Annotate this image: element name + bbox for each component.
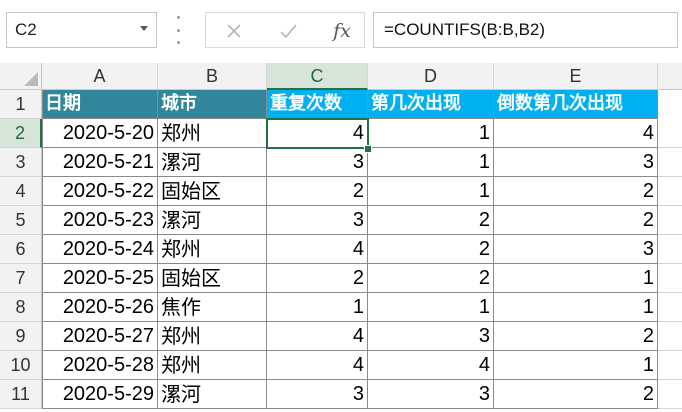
date-cell[interactable]: 2020-5-27 xyxy=(42,322,158,351)
empty-cell[interactable] xyxy=(658,206,682,235)
date-cell[interactable]: 2020-5-25 xyxy=(42,264,158,293)
reverse-occurrence-cell[interactable]: 2 xyxy=(494,322,658,351)
select-all-corner[interactable] xyxy=(0,63,42,90)
occurrence-cell[interactable]: 2 xyxy=(368,264,494,293)
column-header-d[interactable]: D xyxy=(368,63,494,90)
checkmark-icon[interactable] xyxy=(274,17,302,45)
column-header-a[interactable]: A xyxy=(42,63,158,90)
occurrence-cell[interactable]: 2 xyxy=(368,206,494,235)
row-header[interactable]: 4 xyxy=(0,177,42,206)
repeat-count-cell[interactable]: 2 xyxy=(267,264,368,293)
empty-cell[interactable] xyxy=(658,119,682,148)
repeat-count-cell[interactable]: 4 xyxy=(267,322,368,351)
empty-cell[interactable] xyxy=(658,177,682,206)
chevron-down-icon[interactable] xyxy=(140,26,148,31)
empty-cell[interactable] xyxy=(658,322,682,351)
repeat-count-cell[interactable]: 4 xyxy=(267,235,368,264)
occurrence-cell[interactable]: 3 xyxy=(368,322,494,351)
reverse-occurrence-cell[interactable]: 2 xyxy=(494,177,658,206)
repeat-count-cell[interactable]: 3 xyxy=(267,148,368,177)
city-cell[interactable]: 固始区 xyxy=(158,177,267,206)
reverse-occurrence-cell[interactable]: 1 xyxy=(494,351,658,380)
close-icon[interactable] xyxy=(220,17,248,45)
empty-cell[interactable] xyxy=(658,380,682,409)
row-header[interactable]: 6 xyxy=(0,235,42,264)
reverse-occurrence-cell[interactable]: 3 xyxy=(494,235,658,264)
occurrence-cell[interactable]: 4 xyxy=(368,351,494,380)
repeat-count-cell[interactable]: 3 xyxy=(267,206,368,235)
column-header-empty xyxy=(658,63,682,90)
repeat-count-cell[interactable]: 2 xyxy=(267,177,368,206)
row-header[interactable]: 8 xyxy=(0,293,42,322)
city-cell[interactable]: 漯河 xyxy=(158,380,267,409)
date-cell[interactable]: 2020-5-29 xyxy=(42,380,158,409)
formula-buttons: fx xyxy=(205,12,365,48)
row-header[interactable]: 7 xyxy=(0,264,42,293)
reverse-occurrence-cell[interactable]: 1 xyxy=(494,264,658,293)
occurrence-cell[interactable]: 1 xyxy=(368,148,494,177)
row-header[interactable]: 10 xyxy=(0,351,42,380)
city-cell[interactable]: 郑州 xyxy=(158,322,267,351)
empty-cell[interactable] xyxy=(658,235,682,264)
city-cell[interactable]: 固始区 xyxy=(158,264,267,293)
formula-bar-area: C2 fx =COUNTIFS(B:B,B2) xyxy=(0,0,682,62)
occurrence-cell[interactable]: 1 xyxy=(368,119,494,148)
city-cell[interactable]: 郑州 xyxy=(158,235,267,264)
row-header[interactable]: 11 xyxy=(0,380,42,409)
date-cell[interactable]: 2020-5-26 xyxy=(42,293,158,322)
insert-function-button[interactable]: fx xyxy=(328,17,356,45)
reverse-occurrence-cell[interactable]: 2 xyxy=(494,206,658,235)
reverse-occurrence-cell[interactable]: 2 xyxy=(494,380,658,409)
city-cell[interactable]: 焦作 xyxy=(158,293,267,322)
date-cell[interactable]: 2020-5-28 xyxy=(42,351,158,380)
empty-cell[interactable] xyxy=(658,148,682,177)
column-title-cell[interactable]: 倒数第几次出现 xyxy=(494,90,658,119)
name-box-value: C2 xyxy=(15,20,37,39)
column-title-cell[interactable]: 日期 xyxy=(42,90,158,119)
row-header[interactable]: 1 xyxy=(0,90,42,119)
fill-handle[interactable] xyxy=(364,145,372,153)
table-left-border xyxy=(42,90,43,409)
name-box[interactable]: C2 xyxy=(6,12,157,48)
repeat-count-cell[interactable]: 1 xyxy=(267,293,368,322)
reverse-occurrence-cell[interactable]: 1 xyxy=(494,293,658,322)
city-cell[interactable]: 漯河 xyxy=(158,148,267,177)
row-header[interactable]: 5 xyxy=(0,206,42,235)
repeat-count-cell[interactable]: 3 xyxy=(267,380,368,409)
empty-cell[interactable] xyxy=(658,293,682,322)
empty-cell[interactable] xyxy=(658,264,682,293)
date-cell[interactable]: 2020-5-24 xyxy=(42,235,158,264)
column-header-e[interactable]: E xyxy=(494,63,658,90)
repeat-count-cell[interactable]: 4 xyxy=(267,351,368,380)
column-title-cell[interactable]: 城市 xyxy=(158,90,267,119)
row-header[interactable]: 2 xyxy=(0,119,42,148)
occurrence-cell[interactable]: 1 xyxy=(368,293,494,322)
column-title-cell[interactable]: 第几次出现 xyxy=(368,90,494,119)
row-header[interactable]: 9 xyxy=(0,322,42,351)
reverse-occurrence-cell[interactable]: 4 xyxy=(494,119,658,148)
column-header-c[interactable]: C xyxy=(267,63,368,90)
city-cell[interactable]: 郑州 xyxy=(158,119,267,148)
occurrence-cell[interactable]: 3 xyxy=(368,380,494,409)
column-title-cell[interactable]: 重复次数 xyxy=(267,90,368,119)
formula-text: =COUNTIFS(B:B,B2) xyxy=(384,20,546,39)
date-cell[interactable]: 2020-5-21 xyxy=(42,148,158,177)
city-cell[interactable]: 漯河 xyxy=(158,206,267,235)
column-header-b[interactable]: B xyxy=(158,63,267,90)
reverse-occurrence-cell[interactable]: 3 xyxy=(494,148,658,177)
occurrence-cell[interactable]: 1 xyxy=(368,177,494,206)
occurrence-cell[interactable]: 2 xyxy=(368,235,494,264)
city-cell[interactable]: 郑州 xyxy=(158,351,267,380)
repeat-count-cell[interactable]: 4 xyxy=(267,119,368,148)
date-cell[interactable]: 2020-5-22 xyxy=(42,177,158,206)
formula-input[interactable]: =COUNTIFS(B:B,B2) xyxy=(373,12,678,48)
date-cell[interactable]: 2020-5-23 xyxy=(42,206,158,235)
empty-cell[interactable] xyxy=(658,351,682,380)
date-cell[interactable]: 2020-5-20 xyxy=(42,119,158,148)
row-header[interactable]: 3 xyxy=(0,148,42,177)
grip-icon[interactable] xyxy=(176,16,180,44)
